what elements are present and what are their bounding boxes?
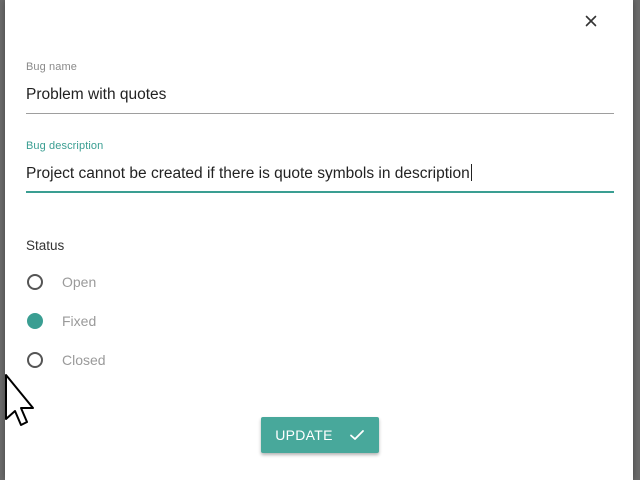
bug-description-input[interactable]: Project cannot be created if there is qu… [26, 161, 614, 187]
update-button-label: UPDATE [275, 427, 333, 443]
bug-name-input[interactable] [26, 82, 614, 108]
status-option-label: Fixed [62, 313, 97, 329]
radio-fixed[interactable] [27, 313, 43, 329]
bug-description-value: Project cannot be created if there is qu… [26, 165, 470, 182]
status-option-label: Open [62, 274, 97, 290]
bug-edit-dialog: Bug name Bug description Project cannot … [5, 0, 633, 480]
close-icon [585, 15, 597, 27]
close-button[interactable] [580, 10, 602, 32]
status-option-fixed[interactable]: Fixed [27, 310, 96, 332]
radio-open[interactable] [27, 274, 43, 290]
bug-description-label: Bug description [26, 140, 104, 152]
bug-description-underline [26, 191, 614, 193]
status-option-open[interactable]: Open [27, 271, 96, 293]
bug-name-label: Bug name [26, 61, 77, 73]
status-option-label: Closed [62, 352, 106, 368]
bug-name-underline [26, 113, 614, 114]
status-option-closed[interactable]: Closed [27, 349, 106, 371]
text-caret [470, 164, 472, 181]
check-icon [349, 430, 364, 440]
radio-closed[interactable] [27, 352, 43, 368]
update-button[interactable]: UPDATE [261, 417, 379, 453]
status-heading: Status [26, 238, 65, 253]
